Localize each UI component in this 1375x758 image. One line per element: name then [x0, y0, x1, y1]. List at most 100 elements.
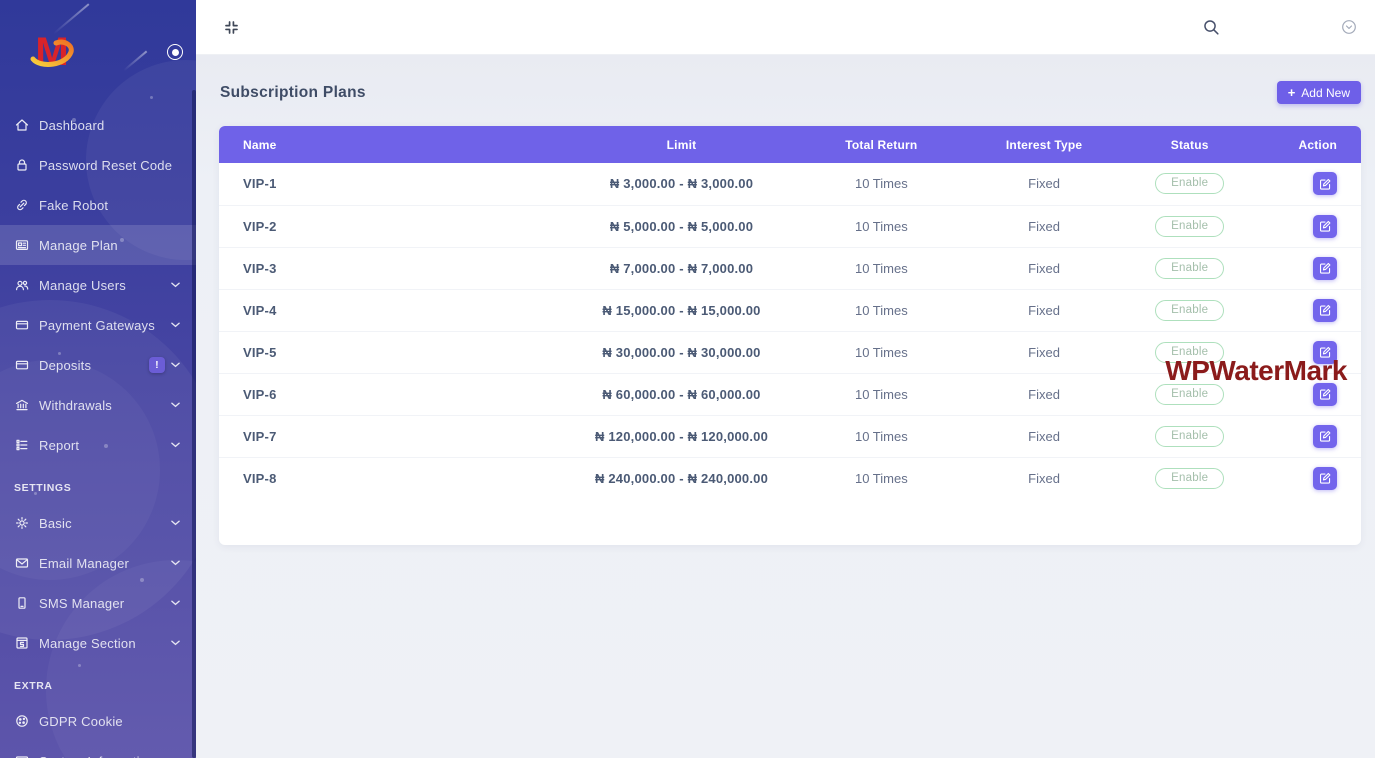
- svg-text:M: M: [35, 30, 68, 74]
- table-row: VIP-5 ₦ 30,000.00 - ₦ 30,000.00 10 Times…: [219, 331, 1361, 373]
- plan-status-cell: Enable: [1115, 415, 1263, 457]
- sidebar-item-manage-section[interactable]: Manage Section: [0, 623, 196, 663]
- plan-limit: ₦ 60,000.00 - ₦ 60,000.00: [573, 373, 790, 415]
- chevron-down-icon: [171, 402, 180, 408]
- table-row: VIP-1 ₦ 3,000.00 - ₦ 3,000.00 10 Times F…: [219, 163, 1361, 205]
- plans-table-body: VIP-1 ₦ 3,000.00 - ₦ 3,000.00 10 Times F…: [219, 163, 1361, 499]
- chevron-down-icon: [171, 322, 180, 328]
- table-row: VIP-7 ₦ 120,000.00 - ₦ 120,000.00 10 Tim…: [219, 415, 1361, 457]
- edit-button[interactable]: [1313, 467, 1337, 490]
- plan-action-cell: [1264, 163, 1361, 205]
- add-new-button[interactable]: + Add New: [1277, 81, 1361, 104]
- search-button[interactable]: [1198, 14, 1225, 41]
- edit-pencil-icon: [1319, 304, 1331, 316]
- sidebar-item-label: Report: [39, 438, 79, 453]
- sidebar-item-sms-manager[interactable]: SMS Manager: [0, 583, 196, 623]
- plan-interest-type: Fixed: [973, 373, 1116, 415]
- plan-limit: ₦ 30,000.00 - ₦ 30,000.00: [573, 331, 790, 373]
- credit-card-icon: [14, 357, 30, 373]
- sidebar-item-label: Payment Gateways: [39, 318, 155, 333]
- table-row: VIP-4 ₦ 15,000.00 - ₦ 15,000.00 10 Times…: [219, 289, 1361, 331]
- chevron-down-icon: [171, 442, 180, 448]
- sidebar-collapse-button[interactable]: [219, 15, 244, 40]
- sidebar-item-label: Manage Plan: [39, 238, 118, 253]
- status-badge: Enable: [1155, 426, 1224, 447]
- plan-interest-type: Fixed: [973, 457, 1116, 499]
- sidebar-item-report[interactable]: Report: [0, 425, 196, 465]
- user-menu-button[interactable]: [1337, 15, 1361, 39]
- plan-limit: ₦ 240,000.00 - ₦ 240,000.00: [573, 457, 790, 499]
- credit-card-icon: [14, 317, 30, 333]
- table-header-row: Name Limit Total Return Interest Type St…: [219, 126, 1361, 163]
- main-area: Subscription Plans + Add New Name Limit …: [196, 0, 1375, 758]
- plan-action-cell: [1264, 247, 1361, 289]
- sidebar-item-manage-users[interactable]: Manage Users: [0, 265, 196, 305]
- plan-limit: ₦ 3,000.00 - ₦ 3,000.00: [573, 163, 790, 205]
- page-title: Subscription Plans: [220, 84, 366, 102]
- status-badge: Enable: [1155, 468, 1224, 489]
- link-icon: [14, 197, 30, 213]
- sidebar-item-system-information[interactable]: System Information: [0, 741, 196, 758]
- plan-status-cell: Enable: [1115, 163, 1263, 205]
- cookie-icon: [14, 713, 30, 729]
- notification-badge: !: [149, 357, 165, 373]
- sidebar-item-manage-plan[interactable]: Manage Plan: [0, 225, 196, 265]
- envelope-icon: [14, 555, 30, 571]
- plan-status-cell: Enable: [1115, 331, 1263, 373]
- sidebar-item-withdrawals[interactable]: Withdrawals: [0, 385, 196, 425]
- gear-icon: [14, 515, 30, 531]
- sidebar-item-label: System Information: [39, 754, 155, 758]
- sidebar-header: M: [0, 0, 196, 105]
- list-icon: [14, 437, 30, 453]
- chevron-down-icon: [171, 520, 180, 526]
- sidebar-item-fake-robot[interactable]: Fake Robot: [0, 185, 196, 225]
- sidebar-item-dashboard[interactable]: Dashboard: [0, 105, 196, 145]
- edit-pencil-icon: [1319, 388, 1331, 400]
- plan-status-cell: Enable: [1115, 247, 1263, 289]
- plan-name: VIP-8: [219, 457, 573, 499]
- plan-name: VIP-1: [219, 163, 573, 205]
- edit-button[interactable]: [1313, 257, 1337, 280]
- edit-button[interactable]: [1313, 383, 1337, 406]
- plan-total-return: 10 Times: [790, 205, 973, 247]
- plus-icon: +: [1288, 86, 1296, 99]
- edit-button[interactable]: [1313, 299, 1337, 322]
- sidebar-item-label: Password Reset Code: [39, 158, 172, 173]
- app-window: M Dashboard Password Reset Code Fake Rob…: [0, 0, 1375, 758]
- sidebar-item-label: Manage Section: [39, 636, 136, 651]
- plan-limit: ₦ 15,000.00 - ₦ 15,000.00: [573, 289, 790, 331]
- plan-card-icon: [14, 237, 30, 253]
- edit-button[interactable]: [1313, 425, 1337, 448]
- edit-button[interactable]: [1313, 215, 1337, 238]
- sidebar-item-label: Dashboard: [39, 118, 104, 133]
- sidebar-menu: Dashboard Password Reset Code Fake Robot…: [0, 105, 196, 758]
- plan-action-cell: [1264, 457, 1361, 499]
- column-header-limit: Limit: [573, 126, 790, 163]
- plan-action-cell: [1264, 205, 1361, 247]
- edit-pencil-icon: [1319, 472, 1331, 484]
- sidebar-item-email-manager[interactable]: Email Manager: [0, 543, 196, 583]
- sidebar-item-payment-gateways[interactable]: Payment Gateways: [0, 305, 196, 345]
- sidebar-item-deposits[interactable]: Deposits !: [0, 345, 196, 385]
- plan-name: VIP-4: [219, 289, 573, 331]
- plan-total-return: 10 Times: [790, 163, 973, 205]
- plan-limit: ₦ 7,000.00 - ₦ 7,000.00: [573, 247, 790, 289]
- sidebar-item-gdpr-cookie[interactable]: GDPR Cookie: [0, 701, 196, 741]
- edit-button[interactable]: [1313, 172, 1337, 195]
- mobile-icon: [14, 595, 30, 611]
- sidebar-item-password-reset-code[interactable]: Password Reset Code: [0, 145, 196, 185]
- sidebar-pin-toggle[interactable]: [167, 44, 183, 60]
- plan-total-return: 10 Times: [790, 331, 973, 373]
- sidebar-item-basic[interactable]: Basic: [0, 503, 196, 543]
- plan-limit: ₦ 5,000.00 - ₦ 5,000.00: [573, 205, 790, 247]
- plan-total-return: 10 Times: [790, 289, 973, 331]
- home-icon: [14, 117, 30, 133]
- edit-button[interactable]: [1313, 341, 1337, 364]
- search-icon: [1202, 18, 1221, 37]
- plan-interest-type: Fixed: [973, 205, 1116, 247]
- compress-icon: [223, 19, 240, 36]
- plan-total-return: 10 Times: [790, 415, 973, 457]
- column-header-status: Status: [1115, 126, 1263, 163]
- column-header-name: Name: [219, 126, 573, 163]
- column-header-action: Action: [1264, 126, 1361, 163]
